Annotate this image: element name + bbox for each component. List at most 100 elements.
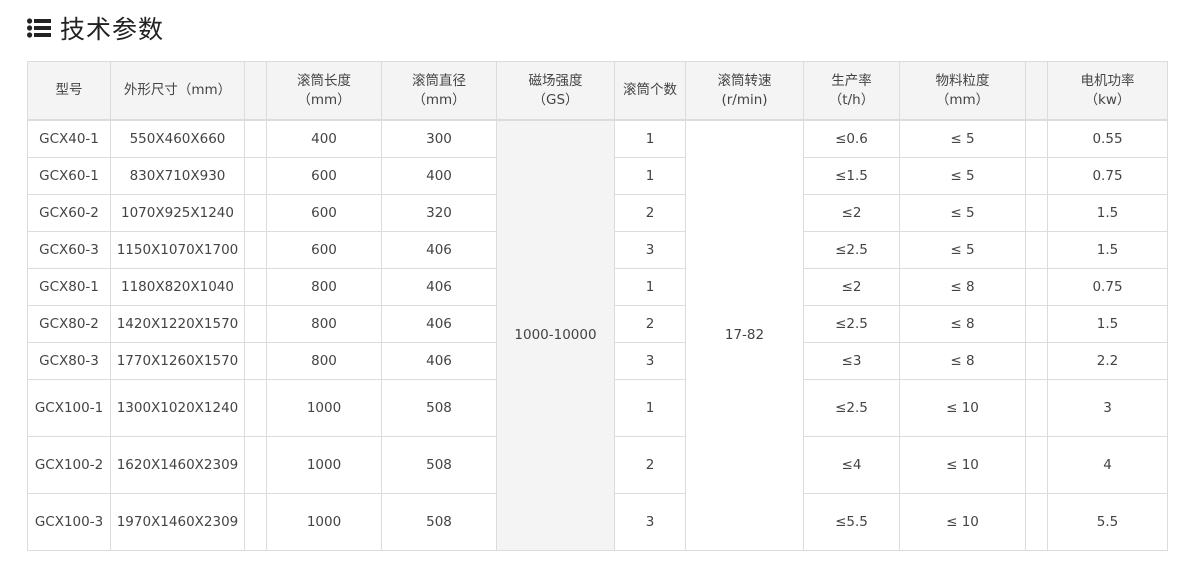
cell-drum-count: 1 — [614, 268, 686, 306]
cell-drum-diameter: 508 — [381, 493, 497, 551]
cell-particle-size: ≤ 5 — [899, 231, 1026, 269]
cell-particle-size: ≤ 8 — [899, 268, 1026, 306]
cell-model: GCX100-1 — [27, 379, 111, 437]
cell-particle-size: ≤ 10 — [899, 379, 1026, 437]
cell-capacity: ≤1.5 — [803, 157, 900, 195]
cell-model: GCX80-2 — [27, 305, 111, 343]
header-drum-diameter: 滚筒直径 （mm） — [381, 61, 497, 121]
cell-spacer — [1025, 305, 1048, 343]
cell-spacer — [1025, 379, 1048, 437]
cell-capacity: ≤4 — [803, 436, 900, 494]
list-icon — [27, 18, 51, 38]
cell-drum-length: 800 — [266, 342, 382, 380]
cell-dimensions: 550X460X660 — [110, 119, 245, 158]
cell-drum-count: 1 — [614, 379, 686, 437]
cell-drum-diameter: 300 — [381, 119, 497, 158]
cell-capacity: ≤0.6 — [803, 119, 900, 158]
cell-model: GCX100-2 — [27, 436, 111, 494]
cell-capacity: ≤2.5 — [803, 231, 900, 269]
cell-drum-diameter: 320 — [381, 194, 497, 232]
cell-motor-power: 3 — [1047, 379, 1168, 437]
cell-capacity: ≤2.5 — [803, 379, 900, 437]
cell-drum-length: 400 — [266, 119, 382, 158]
cell-capacity: ≤2 — [803, 268, 900, 306]
header-drum-speed: 滚筒转速 (r/min) — [685, 61, 804, 121]
cell-spacer — [244, 305, 267, 343]
header-magnetic-field: 磁场强度 （GS） — [496, 61, 615, 121]
cell-spacer — [244, 342, 267, 380]
cell-spacer — [1025, 157, 1048, 195]
cell-dimensions: 830X710X930 — [110, 157, 245, 195]
cell-dimensions: 1180X820X1040 — [110, 268, 245, 306]
cell-particle-size: ≤ 5 — [899, 157, 1026, 195]
cell-capacity: ≤2.5 — [803, 305, 900, 343]
cell-spacer — [1025, 493, 1048, 551]
cell-motor-power: 5.5 — [1047, 493, 1168, 551]
cell-spacer — [244, 231, 267, 269]
cell-spacer — [1025, 194, 1048, 232]
cell-drum-length: 1000 — [266, 379, 382, 437]
cell-spacer — [1025, 231, 1048, 269]
cell-drum-length: 1000 — [266, 493, 382, 551]
cell-motor-power: 1.5 — [1047, 231, 1168, 269]
cell-drum-count: 2 — [614, 436, 686, 494]
header-capacity: 生产率 （t/h） — [803, 61, 900, 121]
cell-drum-count: 2 — [614, 194, 686, 232]
cell-dimensions: 1070X925X1240 — [110, 194, 245, 232]
cell-model: GCX40-1 — [27, 119, 111, 158]
cell-model: GCX100-3 — [27, 493, 111, 551]
cell-capacity: ≤5.5 — [803, 493, 900, 551]
cell-dimensions: 1970X1460X2309 — [110, 493, 245, 551]
cell-dimensions: 1770X1260X1570 — [110, 342, 245, 380]
cell-motor-power: 0.75 — [1047, 157, 1168, 195]
header-spacer — [1025, 61, 1048, 121]
cell-motor-power: 0.75 — [1047, 268, 1168, 306]
cell-spacer — [1025, 342, 1048, 380]
cell-drum-count: 2 — [614, 305, 686, 343]
cell-particle-size: ≤ 8 — [899, 305, 1026, 343]
cell-drum-count: 3 — [614, 493, 686, 551]
cell-particle-size: ≤ 10 — [899, 436, 1026, 494]
header-model: 型号 — [27, 61, 111, 121]
cell-particle-size: ≤ 5 — [899, 119, 1026, 158]
cell-particle-size: ≤ 5 — [899, 194, 1026, 232]
cell-spacer — [1025, 436, 1048, 494]
header-drum-length: 滚筒长度 （mm） — [266, 61, 382, 121]
cell-drum-length: 600 — [266, 231, 382, 269]
cell-drum-length: 600 — [266, 157, 382, 195]
cell-model: GCX80-3 — [27, 342, 111, 380]
cell-drum-length: 600 — [266, 194, 382, 232]
cell-motor-power: 1.5 — [1047, 194, 1168, 232]
cell-model: GCX80-1 — [27, 268, 111, 306]
cell-dimensions: 1150X1070X1700 — [110, 231, 245, 269]
cell-drum-diameter: 406 — [381, 268, 497, 306]
cell-model: GCX60-3 — [27, 231, 111, 269]
cell-drum-count: 3 — [614, 231, 686, 269]
cell-motor-power: 2.2 — [1047, 342, 1168, 380]
cell-dimensions: 1420X1220X1570 — [110, 305, 245, 343]
cell-motor-power: 4 — [1047, 436, 1168, 494]
cell-model: GCX60-2 — [27, 194, 111, 232]
cell-spacer — [244, 436, 267, 494]
cell-spacer — [244, 493, 267, 551]
section-heading: 技术参数 — [27, 10, 164, 46]
cell-drum-diameter: 508 — [381, 379, 497, 437]
cell-spacer — [1025, 268, 1048, 306]
cell-drum-diameter: 406 — [381, 305, 497, 343]
cell-drum-diameter: 406 — [381, 342, 497, 380]
cell-dimensions: 1620X1460X2309 — [110, 436, 245, 494]
cell-capacity: ≤3 — [803, 342, 900, 380]
cell-drum-diameter: 400 — [381, 157, 497, 195]
cell-spacer — [244, 268, 267, 306]
header-spacer — [244, 61, 267, 121]
cell-drum-length: 800 — [266, 305, 382, 343]
header-drum-count: 滚筒个数 — [614, 61, 686, 121]
cell-particle-size: ≤ 8 — [899, 342, 1026, 380]
cell-dimensions: 1300X1020X1240 — [110, 379, 245, 437]
cell-drum-length: 1000 — [266, 436, 382, 494]
cell-motor-power: 1.5 — [1047, 305, 1168, 343]
header-motor-power: 电机功率 （kw） — [1047, 61, 1168, 121]
cell-capacity: ≤2 — [803, 194, 900, 232]
cell-drum-speed: 17-82 — [685, 119, 804, 551]
cell-drum-count: 3 — [614, 342, 686, 380]
